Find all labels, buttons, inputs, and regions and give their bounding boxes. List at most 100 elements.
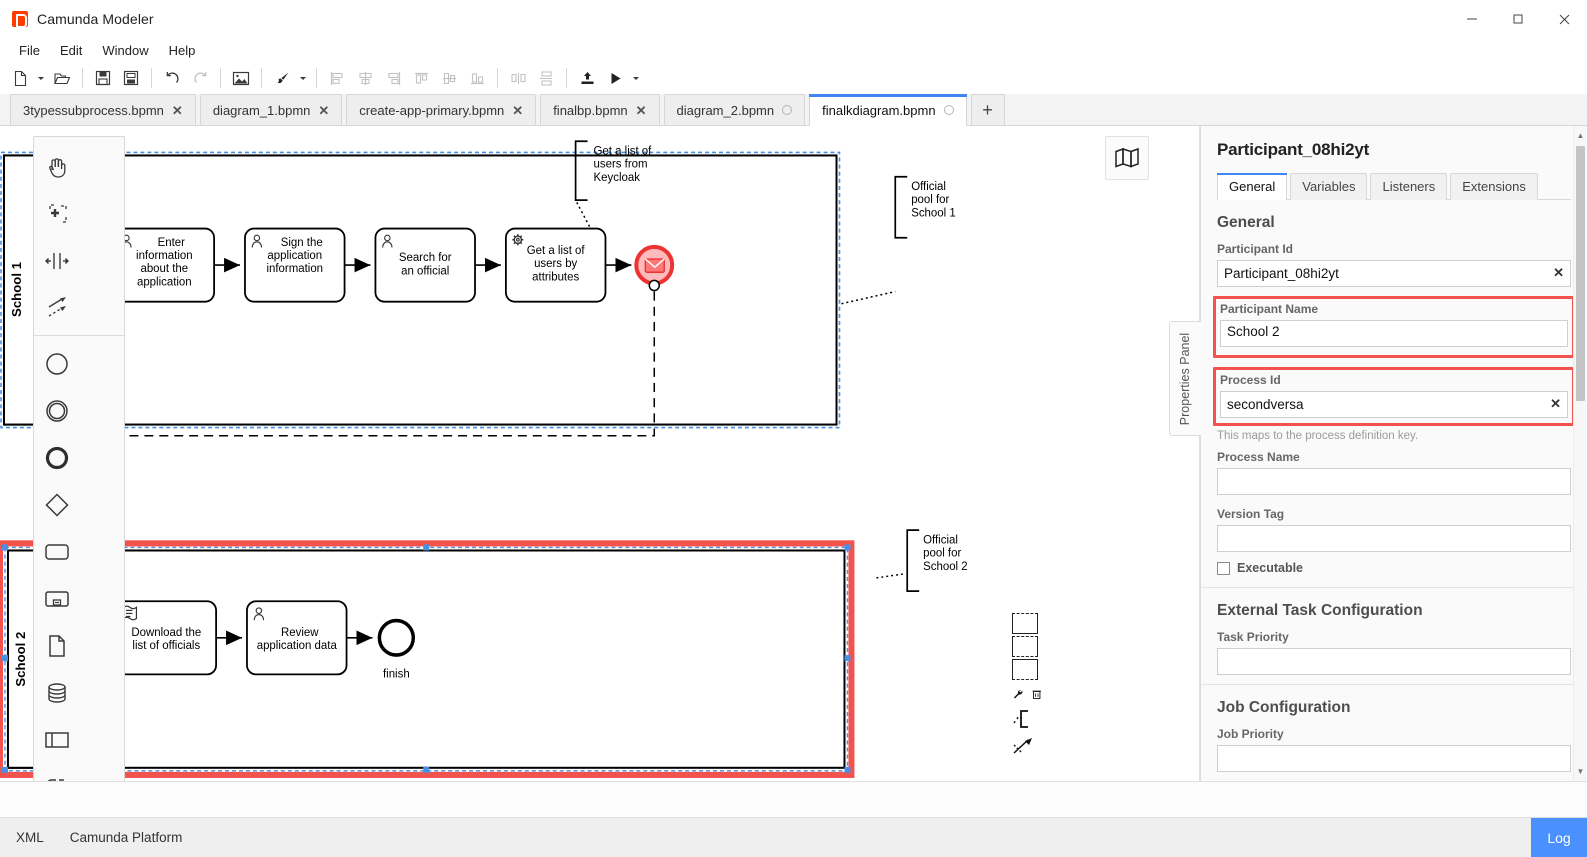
align-middle-icon[interactable] (435, 65, 463, 91)
participant-name-textarea[interactable] (1220, 320, 1568, 347)
minimap-toggle-button[interactable] (1105, 136, 1149, 180)
scroll-up-arrow-icon[interactable]: ▲ (1574, 128, 1587, 143)
clear-participant-id-icon[interactable]: ✕ (1553, 265, 1564, 281)
new-tab-button[interactable]: + (970, 94, 1005, 125)
tab-general[interactable]: General (1217, 173, 1288, 200)
task-enter-information[interactable]: Enter information about the application (113, 227, 216, 303)
maximize-button[interactable] (1495, 0, 1541, 38)
tab-close-icon[interactable]: ✕ (172, 104, 183, 117)
new-diagram-icon[interactable] (6, 65, 34, 91)
task-search-official[interactable]: Search for an official (374, 227, 476, 303)
bpmn-canvas[interactable]: School 1 start Enter (0, 126, 1200, 781)
start-instance-dropdown-icon[interactable] (629, 65, 643, 91)
align-bottom-icon[interactable] (463, 65, 491, 91)
menu-edit[interactable]: Edit (51, 41, 91, 60)
editor-tab-diagram-2[interactable]: diagram_2.bpmn (663, 94, 806, 125)
undo-icon[interactable] (158, 65, 186, 91)
connect-icon[interactable] (1012, 736, 1034, 756)
process-name-textarea[interactable] (1217, 468, 1571, 495)
tab-variables[interactable]: Variables (1290, 173, 1368, 200)
data-object-icon[interactable] (34, 622, 80, 669)
open-file-icon[interactable] (48, 65, 76, 91)
paintbrush-icon[interactable] (268, 65, 296, 91)
start-instance-icon[interactable] (601, 65, 629, 91)
align-left-icon[interactable] (323, 65, 351, 91)
script-task-download-officials[interactable]: Download the list of officials (115, 600, 217, 676)
new-diagram-dropdown-icon[interactable] (34, 65, 48, 91)
hand-tool-icon[interactable] (34, 143, 80, 190)
task-sign-application[interactable]: Sign the application information (244, 227, 346, 303)
delete-trash-icon[interactable] (1031, 685, 1043, 703)
save-icon[interactable] (89, 65, 117, 91)
align-right-icon[interactable] (379, 65, 407, 91)
end-event-icon[interactable] (34, 434, 80, 481)
deploy-icon[interactable] (573, 65, 601, 91)
tab-close-icon[interactable]: ✕ (636, 104, 647, 117)
status-xml-tab[interactable]: XML (16, 830, 44, 845)
task-priority-input[interactable] (1217, 648, 1571, 675)
task-icon[interactable] (34, 528, 80, 575)
editor-tab-3typessubprocess[interactable]: 3typessubprocess.bpmn ✕ (10, 94, 196, 125)
align-center-icon[interactable] (351, 65, 379, 91)
align-top-icon[interactable] (407, 65, 435, 91)
tab-listeners[interactable]: Listeners (1370, 173, 1448, 200)
data-store-icon[interactable] (34, 669, 80, 716)
properties-scrollbar[interactable]: ▲ ▼ (1573, 126, 1586, 781)
bpmn-palette[interactable] (33, 136, 125, 781)
editor-tab-finalkdiagram[interactable]: finalkdiagram.bpmn (809, 94, 968, 126)
clear-process-id-icon[interactable]: ✕ (1550, 396, 1561, 412)
close-button[interactable] (1541, 0, 1587, 38)
properties-panel-content: Participant_08hi2yt General Variables Li… (1201, 126, 1587, 781)
scroll-down-arrow-icon[interactable]: ▼ (1574, 764, 1587, 779)
text-annotation-official-pool-school-1[interactable]: Official pool for School 1 (841, 175, 956, 305)
properties-panel-toggle-tab[interactable]: Properties Panel (1169, 321, 1201, 436)
participant-id-input[interactable] (1217, 260, 1571, 287)
version-tag-input[interactable] (1217, 525, 1571, 552)
gateway-icon[interactable] (34, 481, 80, 528)
save-as-icon[interactable] (117, 65, 145, 91)
svg-text:pool for: pool for (911, 194, 949, 206)
context-pad[interactable] (1012, 613, 1042, 759)
menu-window[interactable]: Window (93, 41, 157, 60)
tab-close-icon[interactable]: ✕ (512, 104, 523, 117)
group-icon[interactable] (34, 763, 80, 781)
menu-file[interactable]: File (10, 41, 49, 60)
user-task-review-application-data[interactable]: Review application data (246, 600, 348, 676)
executable-checkbox[interactable] (1217, 561, 1230, 575)
tab-unsaved-indicator-icon[interactable] (943, 105, 954, 115)
text-annotation-icon[interactable] (1012, 707, 1036, 731)
editor-tab-diagram-1[interactable]: diagram_1.bpmn ✕ (199, 94, 343, 125)
lasso-tool-icon[interactable] (34, 190, 80, 237)
change-type-wrench-icon[interactable] (1012, 685, 1024, 703)
intermediate-event-icon[interactable] (34, 387, 80, 434)
add-lane-below-icon[interactable] (1012, 659, 1038, 680)
properties-scrollbar-thumb[interactable] (1576, 146, 1585, 401)
tab-extensions[interactable]: Extensions (1450, 173, 1538, 200)
text-annotation-official-pool-school-2[interactable]: Official pool for School 2 (876, 529, 968, 592)
service-task-get-users-by-attributes[interactable]: Get a list of users by attributes (504, 227, 607, 303)
tab-unsaved-indicator-icon[interactable] (782, 105, 793, 115)
menu-help[interactable]: Help (160, 41, 205, 60)
redo-icon[interactable] (186, 65, 214, 91)
minimize-button[interactable] (1449, 0, 1495, 38)
status-platform-label[interactable]: Camunda Platform (70, 830, 183, 845)
job-priority-input[interactable] (1217, 745, 1571, 772)
process-id-input[interactable] (1220, 391, 1568, 418)
subprocess-icon[interactable] (34, 575, 80, 622)
distribute-horizontally-icon[interactable] (504, 65, 532, 91)
space-tool-icon[interactable] (34, 237, 80, 284)
divide-into-two-lanes-icon[interactable] (1012, 636, 1038, 657)
export-image-icon[interactable] (227, 65, 255, 91)
log-button[interactable]: Log (1531, 818, 1587, 857)
participant-icon[interactable] (34, 716, 80, 763)
add-lane-above-icon[interactable] (1012, 613, 1038, 634)
editor-tab-create-app-primary[interactable]: create-app-primary.bpmn ✕ (346, 94, 537, 125)
field-executable[interactable]: Executable (1217, 561, 1571, 575)
editor-tab-finalbp[interactable]: finalbp.bpmn ✕ (540, 94, 660, 125)
start-event-icon[interactable] (34, 340, 80, 387)
distribute-vertically-icon[interactable] (532, 65, 560, 91)
end-event-finish[interactable]: finish (377, 618, 416, 681)
tab-close-icon[interactable]: ✕ (318, 104, 329, 117)
global-connect-tool-icon[interactable] (34, 284, 80, 331)
paintbrush-dropdown-icon[interactable] (296, 65, 310, 91)
